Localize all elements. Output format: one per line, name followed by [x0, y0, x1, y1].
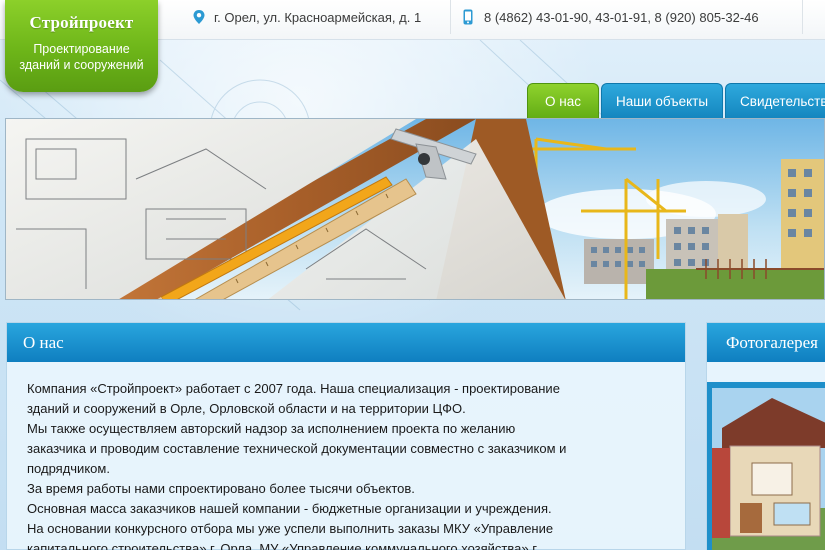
- address-text: г. Орел, ул. Красноармейская, д. 1: [214, 9, 422, 25]
- logo-subtitle-line: зданий и сооружений: [19, 58, 144, 72]
- phones-text: 8 (4862) 43-01-90, 43-01-91, 8 (920) 805…: [484, 9, 759, 25]
- header-divider: [450, 0, 451, 34]
- about-line: подрядчиком.: [27, 461, 110, 476]
- address: г. Орел, ул. Красноармейская, д. 1: [192, 0, 421, 34]
- about-line: Мы также осуществляем авторский надзор з…: [27, 421, 516, 436]
- gallery-title[interactable]: Фотогалерея: [707, 323, 825, 362]
- about-line: заказчика и проводим составление техниче…: [27, 441, 567, 456]
- hero-banner: [5, 118, 825, 300]
- gallery-panel: Фотогалерея: [706, 322, 825, 550]
- logo-subtitle: Проектирование зданий и сооружений: [5, 41, 158, 73]
- about-line: За время работы нами спроектировано боле…: [27, 481, 415, 496]
- gallery-photo-frame[interactable]: [707, 382, 825, 550]
- gallery-photo-house: [712, 388, 825, 550]
- map-pin-icon: [192, 9, 206, 25]
- header-divider: [802, 0, 803, 34]
- logo-subtitle-line: Проектирование: [33, 42, 130, 56]
- site-logo[interactable]: Стройпроект Проектирование зданий и соор…: [5, 0, 158, 92]
- phones: 8 (4862) 43-01-90, 43-01-91, 8 (920) 805…: [462, 0, 759, 34]
- about-line: Компания «Стройпроект» работает с 2007 г…: [27, 381, 560, 396]
- logo-title: Стройпроект: [29, 13, 134, 32]
- about-line: зданий и сооружений в Орле, Орловской об…: [27, 401, 466, 416]
- about-line: Основная масса заказчиков нашей компании…: [27, 501, 552, 516]
- about-title: О нас: [7, 323, 685, 362]
- about-line: капитального строительства» г. Орла, МУ …: [27, 541, 539, 550]
- main-nav: О нас Наши объекты Свидетельств: [527, 83, 825, 118]
- tab-about[interactable]: О нас: [527, 83, 599, 118]
- banner-illustration: [6, 119, 824, 299]
- tab-certificates[interactable]: Свидетельств: [725, 83, 825, 118]
- phone-icon: [462, 9, 476, 25]
- tab-our-objects[interactable]: Наши объекты: [600, 83, 724, 118]
- about-panel: О нас Компания «Стройпроект» работает с …: [6, 322, 686, 550]
- about-text: Компания «Стройпроект» работает с 2007 г…: [7, 362, 685, 550]
- about-line: На основании конкурсного отбора мы уже у…: [27, 521, 554, 536]
